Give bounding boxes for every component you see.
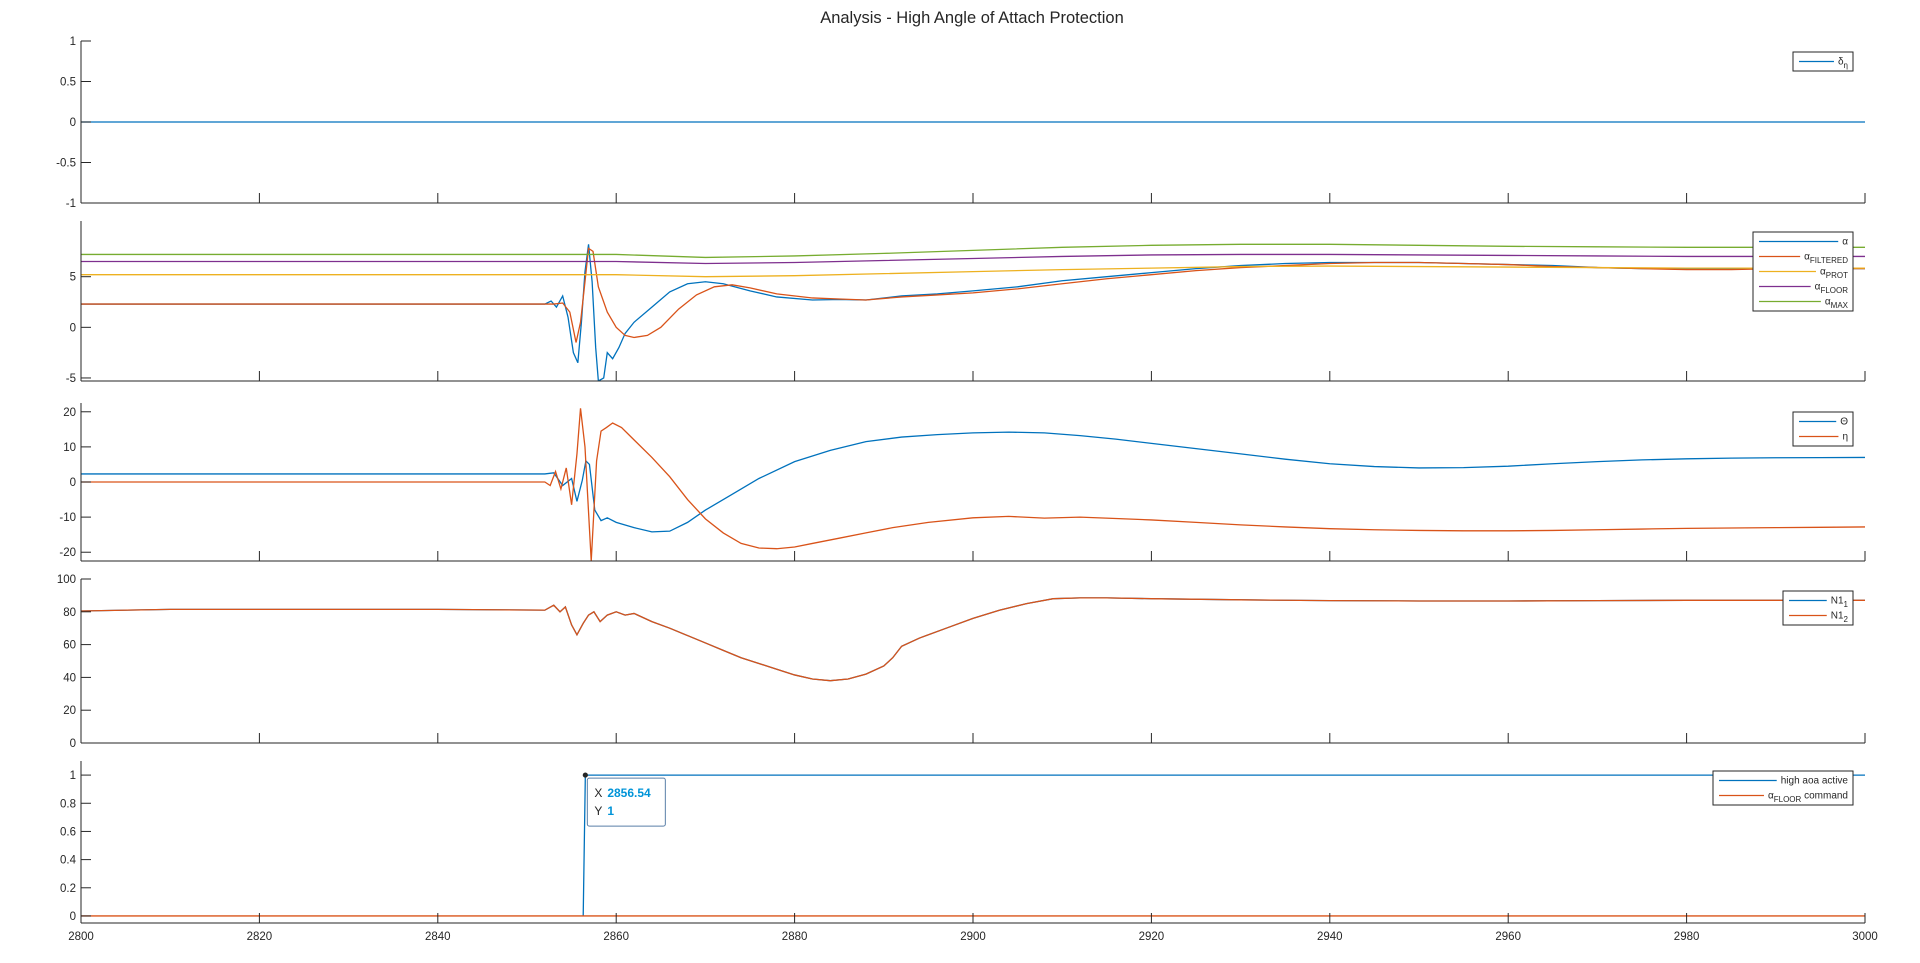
datatip-x-label: X xyxy=(594,786,602,800)
legend-entry-label: Θ xyxy=(1840,417,1848,428)
subplot-5-series xyxy=(81,774,1865,917)
datatip-marker[interactable] xyxy=(582,772,588,778)
y-tick-label: 0.5 xyxy=(60,77,76,89)
x-tick-label: 2840 xyxy=(425,931,451,943)
y-tick-label: 0.6 xyxy=(60,826,76,838)
series-line-2-1[interactable] xyxy=(81,244,1865,381)
legend-5[interactable]: high aoa activeαFLOOR command xyxy=(1712,770,1854,806)
legend-entry-label: α xyxy=(1842,237,1848,248)
datatip-y-label: Y xyxy=(594,804,602,818)
y-tick-label: 20 xyxy=(63,705,76,717)
x-tick-label: 2920 xyxy=(1139,931,1165,943)
subplot-1: -1 -0.5 0 0.5 1 δη xyxy=(56,36,1866,210)
series-line-4-2[interactable] xyxy=(81,597,1865,682)
y-tick-label: 0.8 xyxy=(60,798,76,810)
y-tick-label: 1 xyxy=(70,770,76,782)
series-line-4-1[interactable] xyxy=(81,597,1865,682)
legend-2[interactable]: ααFILTEREDαPROTαFLOORαMAX xyxy=(1752,231,1854,312)
series-line-2-2[interactable] xyxy=(81,247,1865,343)
subplots: -1 -0.5 0 0.5 1 δη -5 0 5 ααFILTEREDαPROTαFLOORαM… xyxy=(56,36,1878,943)
x-tick-label: 2860 xyxy=(603,931,629,943)
legend-entry-label: η xyxy=(1842,432,1848,443)
y-tick-label: 0 xyxy=(70,477,76,489)
y-tick-label: 100 xyxy=(57,574,76,586)
subplot-4: 0 20 40 60 80 100 N11N12 xyxy=(57,574,1866,750)
y-tick-label: 20 xyxy=(63,407,76,419)
y-tick-label: 5 xyxy=(70,272,76,284)
figure: Analysis - High Angle of Attach Protecti… xyxy=(56,9,1878,943)
datatip-y-value: 1 xyxy=(607,804,614,818)
x-tick-label: 2820 xyxy=(247,931,273,943)
legend-3[interactable]: Θη xyxy=(1792,411,1854,447)
series-line-2-3[interactable] xyxy=(81,265,1865,278)
x-tick-label: 2980 xyxy=(1674,931,1700,943)
series-line-5-1[interactable] xyxy=(582,774,1865,916)
y-tick-label: -1 xyxy=(66,198,76,210)
subplot-2: -5 0 5 ααFILTEREDαPROTαFLOORαMAX xyxy=(66,221,1866,385)
x-tick-label: 2900 xyxy=(960,931,986,943)
y-tick-label: 0 xyxy=(70,738,76,750)
series-line-3-2[interactable] xyxy=(81,408,1865,561)
y-tick-label: 40 xyxy=(63,672,76,684)
y-tick-label: 0 xyxy=(70,322,76,334)
x-tick-label: 2800 xyxy=(68,931,94,943)
x-tick-label: 2960 xyxy=(1495,931,1521,943)
y-tick-label: 60 xyxy=(63,640,76,652)
y-tick-label: 10 xyxy=(63,442,76,454)
series-line-2-4[interactable] xyxy=(81,253,1865,265)
y-tick-label: -0.5 xyxy=(56,158,76,170)
subplot-3-series xyxy=(81,408,1865,561)
legend-4[interactable]: N11N12 xyxy=(1782,590,1854,626)
y-tick-label: 1 xyxy=(70,36,76,48)
legend-1[interactable]: δη xyxy=(1792,51,1854,72)
y-tick-label: 0.2 xyxy=(60,883,76,895)
subplot-5: 0 0.2 0.4 0.6 0.8 1 2800 2820 2840 2860 2880 2900 29… xyxy=(60,761,1878,943)
legend-entry-label: high aoa active xyxy=(1781,776,1849,787)
x-tick-label: 2880 xyxy=(782,931,808,943)
y-tick-label: -10 xyxy=(59,512,76,524)
y-tick-label: 80 xyxy=(63,607,76,619)
figure-title: Analysis - High Angle of Attach Protecti… xyxy=(820,9,1124,27)
y-tick-label: 0 xyxy=(70,911,76,923)
subplot-2-series xyxy=(81,243,1865,381)
y-tick-label: -20 xyxy=(59,547,76,559)
y-tick-label: 0.4 xyxy=(60,855,77,867)
subplot-4-series xyxy=(81,597,1865,682)
y-tick-label: -5 xyxy=(66,373,76,385)
datatip[interactable]: X 2856.54 Y 1 xyxy=(582,772,666,827)
y-tick-label: 0 xyxy=(70,117,76,129)
x-tick-label: 2940 xyxy=(1317,931,1343,943)
x-tick-label: 3000 xyxy=(1852,931,1878,943)
datatip-x-value: 2856.54 xyxy=(607,786,651,800)
subplot-3: -20 -10 0 10 20 Θη xyxy=(59,403,1866,562)
